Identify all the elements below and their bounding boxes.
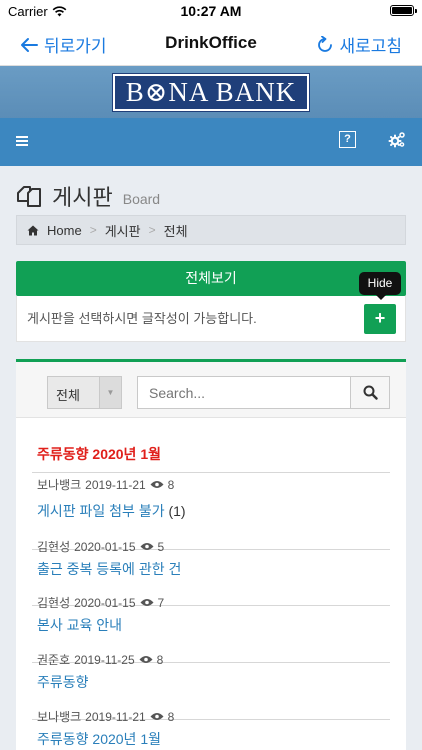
eye-icon [139, 656, 153, 663]
breadcrumb-separator: > [148, 223, 156, 237]
search-input[interactable] [137, 376, 351, 409]
nav-bar: 뒤로가기 DrinkOffice 새로고침 [0, 22, 422, 66]
logo-text: B⊗NA BANK [125, 77, 297, 107]
post-author: 김현성 [37, 540, 71, 554]
caret-down-icon: ▼ [99, 377, 121, 408]
page-subtitle: Board [122, 191, 161, 207]
menu-icon[interactable] [16, 136, 28, 147]
refresh-button[interactable]: 새로고침 [317, 32, 402, 57]
post-meta: 김현성 2020-01-15 7 [37, 594, 164, 611]
post-meta: 권준호 2019-11-25 8 [37, 651, 163, 668]
bank-banner: B⊗NA BANK [0, 66, 422, 118]
battery-icon [390, 5, 417, 16]
breadcrumb: Home > 게시판 > 전체 [16, 215, 406, 245]
post-views: 5 [157, 539, 165, 554]
status-bar: Carrier 10:27 AM [0, 0, 422, 22]
breadcrumb-home[interactable]: Home [47, 223, 82, 238]
copy-icon [17, 186, 41, 207]
eye-icon [150, 713, 164, 720]
post-title[interactable]: 주류동향 [37, 672, 89, 692]
post-title[interactable]: 게시판 파일 첨부 불가 [37, 503, 165, 519]
hide-tooltip: Hide [359, 272, 401, 300]
write-notice: 게시판을 선택하시면 글작성이 가능합니다. [16, 296, 406, 342]
page-header: 게시판 Board [16, 180, 160, 212]
post-author: 김현성 [37, 596, 71, 610]
post-author: 보나뱅크 [37, 478, 82, 492]
refresh-icon [318, 35, 333, 52]
page-title: 게시판 [52, 185, 113, 210]
post-author: 권준호 [37, 653, 71, 667]
help-icon[interactable]: ? [339, 131, 356, 148]
post-date: 2020-01-15 [74, 595, 136, 610]
breadcrumb-current: 전체 [163, 223, 188, 239]
post-meta: 보나뱅크 2019-11-21 8 [37, 476, 174, 493]
post-views: 8 [167, 477, 175, 492]
board-panel: 전체 ▼ 주류동향 2020년 1월 보나뱅크 2019-11-21 8 게시판… [16, 359, 406, 750]
bona-bank-logo: B⊗NA BANK [112, 73, 310, 112]
gears-icon[interactable] [388, 131, 406, 149]
filter-bar: 전체 ▼ [16, 362, 406, 418]
refresh-label: 새로고침 [339, 37, 402, 56]
view-all-button[interactable]: 전체보기 [16, 261, 406, 296]
app-toolbar: ? [0, 118, 422, 166]
clock: 10:27 AM [180, 3, 242, 19]
home-icon [27, 225, 39, 235]
eye-icon [140, 599, 154, 606]
post-date: 2019-11-25 [74, 652, 135, 667]
category-select[interactable]: 전체 ▼ [47, 376, 122, 409]
post-views: 8 [167, 709, 175, 724]
post-title[interactable]: 주류동향 2020년 1월 [37, 729, 161, 749]
breadcrumb-board[interactable]: 게시판 [105, 221, 141, 240]
post-title-line[interactable]: 게시판 파일 첨부 불가 (1) [37, 501, 186, 521]
board-category-heading[interactable]: 주류동향 2020년 1월 [37, 444, 161, 464]
breadcrumb-separator: > [89, 223, 97, 237]
add-post-button[interactable]: + [364, 304, 396, 334]
comment-count: (1) [168, 503, 186, 519]
post-date: 2019-11-21 [85, 709, 146, 724]
category-select-value: 전체 [56, 388, 80, 403]
post-author: 보나뱅크 [37, 710, 82, 724]
post-meta: 보나뱅크 2019-11-21 8 [37, 708, 174, 725]
search-button[interactable] [350, 376, 390, 409]
post-views: 8 [156, 652, 164, 667]
post-title[interactable]: 출근 중복 등록에 관한 건 [37, 559, 181, 579]
table-row[interactable]: 보나뱅크 2019-11-21 8 주류동향 2020년 1월 [32, 710, 390, 750]
eye-icon [150, 481, 164, 488]
post-title[interactable]: 본사 교육 안내 [37, 615, 122, 635]
post-date: 2020-01-15 [74, 539, 136, 554]
post-date: 2019-11-21 [85, 477, 146, 492]
post-meta: 김현성 2020-01-15 5 [37, 538, 164, 555]
eye-icon [140, 543, 154, 550]
post-views: 7 [157, 595, 165, 610]
search-icon [363, 385, 378, 400]
